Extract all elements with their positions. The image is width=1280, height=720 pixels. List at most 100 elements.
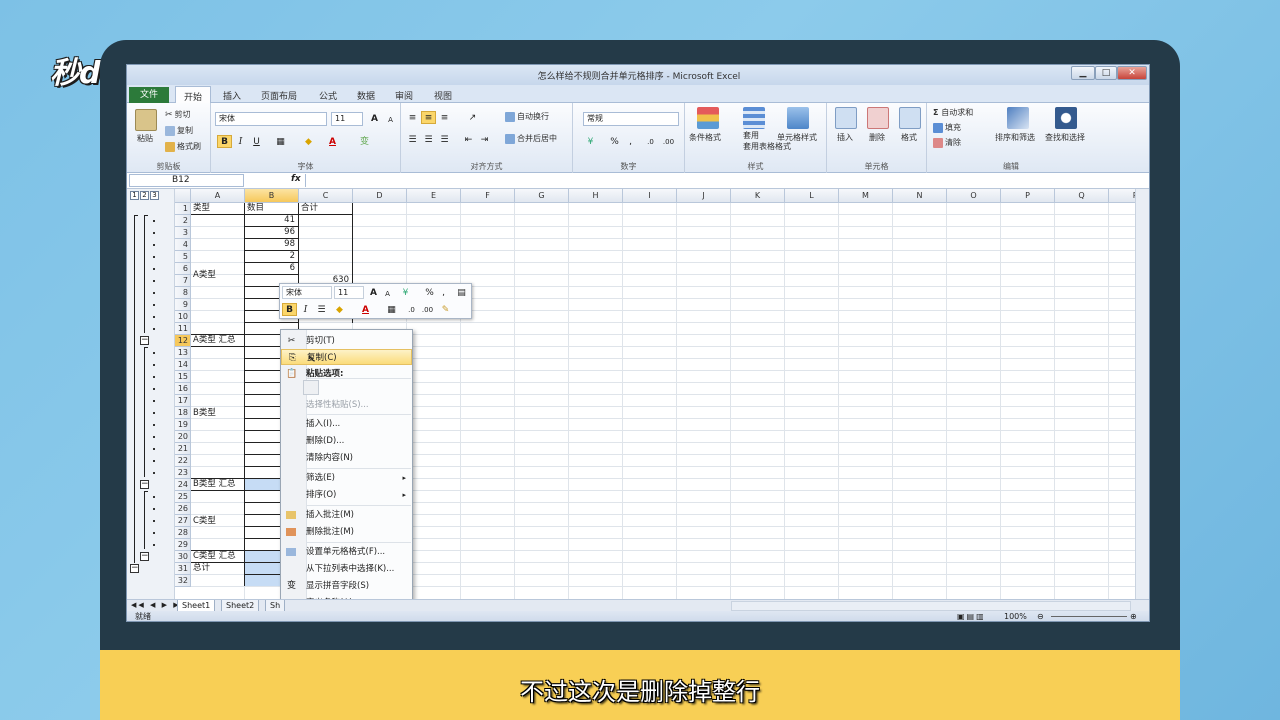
tab-file[interactable]: 文件: [129, 87, 169, 103]
column-header-m[interactable]: M: [839, 189, 893, 203]
context-menu-item[interactable]: 筛选(E) ▸: [281, 470, 412, 486]
row-header[interactable]: 27: [175, 515, 191, 527]
mini-border-icon[interactable]: ▦: [384, 303, 399, 316]
cut-button[interactable]: ✂ 剪切: [165, 109, 191, 120]
increase-indent-icon[interactable]: ⇥: [477, 133, 492, 146]
row-header[interactable]: 21: [175, 443, 191, 455]
font-size-select[interactable]: 11: [331, 112, 363, 126]
mini-font-color-icon[interactable]: A: [358, 303, 373, 316]
tab-review[interactable]: 审阅: [395, 89, 413, 102]
number-format-select[interactable]: 常规: [583, 112, 679, 126]
mini-italic-button[interactable]: I: [298, 303, 313, 316]
bold-button[interactable]: B: [217, 135, 232, 148]
context-menu-item[interactable]: 插入(I)...: [281, 416, 412, 432]
row-header[interactable]: 5: [175, 251, 191, 263]
row-header[interactable]: 22: [175, 455, 191, 467]
tab-page-layout[interactable]: 页面布局: [261, 89, 297, 102]
border-icon[interactable]: ▦: [273, 135, 288, 148]
cell-styles-button[interactable]: 单元格样式: [777, 132, 817, 143]
row-header[interactable]: 14: [175, 359, 191, 371]
column-header-k[interactable]: K: [731, 189, 785, 203]
mini-font-select[interactable]: 宋体: [282, 286, 332, 299]
sort-filter-button[interactable]: 排序和筛选: [995, 132, 1035, 143]
insert-cells-button[interactable]: 插入: [837, 132, 853, 143]
column-header-i[interactable]: I: [623, 189, 677, 203]
minimize-button[interactable]: ▁: [1071, 66, 1095, 80]
context-menu-item[interactable]: 清除内容(N): [281, 450, 412, 466]
tab-insert[interactable]: 插入: [223, 89, 241, 102]
column-header-l[interactable]: L: [785, 189, 839, 203]
column-header-d[interactable]: D: [353, 189, 407, 203]
mini-size-select[interactable]: 11: [334, 286, 364, 299]
cell-b6[interactable]: 6: [247, 263, 298, 275]
align-bottom-icon[interactable]: ≡: [437, 111, 452, 124]
row-header[interactable]: 24: [175, 479, 191, 491]
row-header[interactable]: 2: [175, 215, 191, 227]
row-header[interactable]: 1: [175, 203, 191, 215]
decrease-indent-icon[interactable]: ⇤: [461, 133, 476, 146]
context-menu-item[interactable]: 设置单元格格式(F)...: [281, 544, 412, 560]
row-header[interactable]: 16: [175, 383, 191, 395]
align-middle-icon[interactable]: ≡: [421, 111, 436, 124]
mini-shrink-font-button[interactable]: A: [380, 287, 395, 300]
context-menu-item[interactable]: 排序(O) ▸: [281, 487, 412, 503]
cell-a1[interactable]: 类型: [193, 203, 244, 215]
close-button[interactable]: ✕: [1117, 66, 1147, 80]
clear-button[interactable]: 清除: [933, 137, 961, 148]
fx-icon[interactable]: fx: [291, 174, 301, 184]
align-center-icon[interactable]: ☰: [421, 133, 436, 146]
row-header[interactable]: 17: [175, 395, 191, 407]
cell-b4[interactable]: 98: [247, 239, 298, 251]
autosum-button[interactable]: Σ 自动求和: [933, 107, 973, 118]
cell-b3[interactable]: 96: [247, 227, 298, 239]
row-header[interactable]: 8: [175, 287, 191, 299]
column-header-g[interactable]: G: [515, 189, 569, 203]
merge-center-button[interactable]: 合并后居中: [505, 133, 557, 144]
row-header[interactable]: 29: [175, 539, 191, 551]
align-left-icon[interactable]: ☰: [405, 133, 420, 146]
wrap-text-button[interactable]: 自动换行: [505, 111, 549, 122]
horizontal-scrollbar[interactable]: [731, 601, 1131, 611]
context-menu-item[interactable]: 从下拉列表中选择(K)...: [281, 561, 412, 577]
conditional-format-button[interactable]: 条件格式: [689, 132, 721, 143]
increase-decimal-icon[interactable]: .0: [643, 135, 658, 148]
italic-button[interactable]: I: [233, 135, 248, 148]
cell-a31[interactable]: 总计: [193, 563, 244, 575]
table-format-icon[interactable]: [743, 107, 765, 129]
mini-format-painter-icon[interactable]: ✎: [438, 303, 453, 316]
mini-center-icon[interactable]: ☰: [314, 303, 329, 316]
row-header[interactable]: 6: [175, 263, 191, 275]
column-header-b[interactable]: B: [245, 189, 299, 203]
row-header[interactable]: 9: [175, 299, 191, 311]
underline-button[interactable]: U: [249, 135, 264, 148]
column-header-e[interactable]: E: [407, 189, 461, 203]
binoculars-icon[interactable]: [1055, 107, 1077, 129]
mini-format-icon[interactable]: ▤: [454, 286, 469, 299]
cell-b1[interactable]: 数目: [247, 203, 298, 215]
zoom-in-icon[interactable]: ⊕: [1130, 611, 1137, 621]
column-header-j[interactable]: J: [677, 189, 731, 203]
mini-bold-button[interactable]: B: [282, 303, 297, 316]
row-header[interactable]: 30: [175, 551, 191, 563]
currency-icon[interactable]: ¥: [583, 135, 598, 148]
mini-increase-decimal-icon[interactable]: .0: [404, 303, 419, 316]
mini-currency-icon[interactable]: ¥: [398, 286, 413, 299]
cell-a2[interactable]: A类型: [193, 215, 244, 335]
cell-b2[interactable]: 41: [247, 215, 298, 227]
mini-percent-button[interactable]: %: [422, 286, 437, 299]
mini-decrease-decimal-icon[interactable]: .00: [420, 303, 435, 316]
maximize-button[interactable]: □: [1095, 66, 1117, 80]
context-menu-item[interactable]: 删除批注(M): [281, 524, 412, 540]
column-header-c[interactable]: C: [299, 189, 353, 203]
paste-icon[interactable]: [135, 109, 157, 131]
context-menu-item[interactable]: 插入批注(M): [281, 507, 412, 523]
formula-input[interactable]: [305, 174, 1135, 187]
outline-collapse-button[interactable]: −: [140, 552, 149, 561]
row-header[interactable]: 20: [175, 431, 191, 443]
cell-b5[interactable]: 2: [247, 251, 298, 263]
fill-color-icon[interactable]: ◆: [301, 135, 316, 148]
column-header-a[interactable]: A: [191, 189, 245, 203]
insert-cells-icon[interactable]: [835, 107, 857, 129]
mini-comma-button[interactable]: ,: [436, 286, 451, 299]
zoom-level[interactable]: 100%: [1004, 611, 1027, 621]
